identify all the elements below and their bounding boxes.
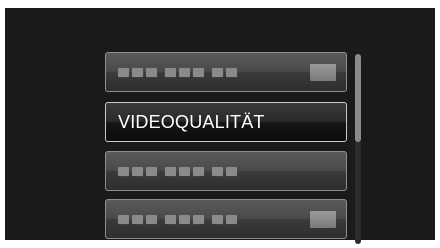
blurred-label	[118, 67, 237, 77]
menu-item-1[interactable]	[105, 52, 347, 92]
menu-item-4[interactable]	[105, 199, 347, 239]
camera-screen: VIDEOQUALITÄT	[0, 0, 440, 248]
blurred-label	[118, 166, 237, 176]
menu-panel: VIDEOQUALITÄT	[5, 8, 435, 244]
setting-value-indicator	[310, 64, 336, 81]
menu-item-videoqualitaet[interactable]: VIDEOQUALITÄT	[105, 102, 347, 142]
menu-item-3[interactable]	[105, 151, 347, 191]
menu-item-label: VIDEOQUALITÄT	[118, 111, 265, 132]
blurred-label	[118, 214, 237, 224]
scrollbar[interactable]	[355, 54, 361, 244]
setting-value-indicator	[310, 211, 336, 228]
scrollbar-thumb[interactable]	[355, 54, 361, 142]
